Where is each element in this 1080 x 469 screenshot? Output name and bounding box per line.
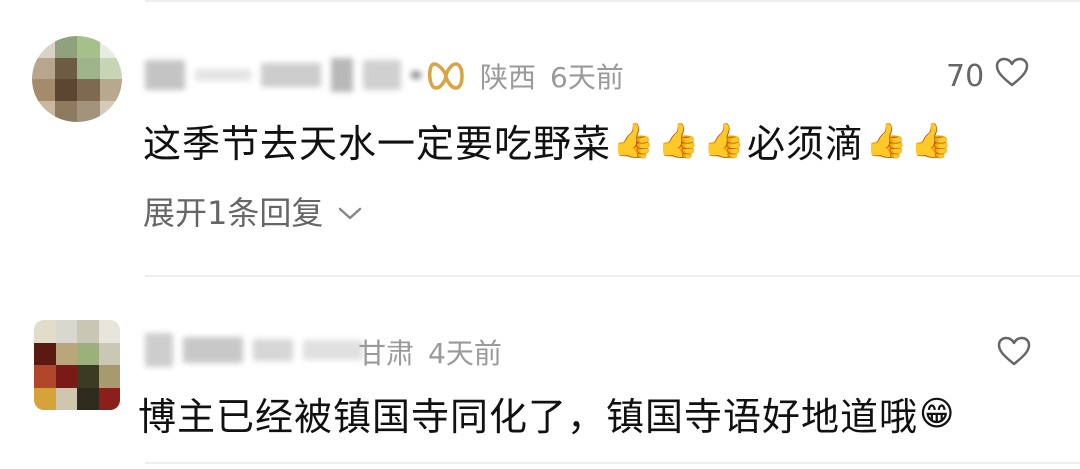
location-label: 陕西: [480, 61, 537, 94]
thumbs-up-icon: 👍: [657, 120, 701, 161]
heart-icon[interactable]: [996, 335, 1032, 375]
like-button[interactable]: 70: [946, 56, 1030, 96]
avatar[interactable]: [32, 36, 122, 122]
username-blurred[interactable]: [145, 58, 421, 92]
comment-body: 这季节去天水一定要吃野菜: [143, 122, 612, 166]
comment-text[interactable]: 这季节去天水一定要吃野菜 👍 👍 👍 必须滴 👍 👍: [143, 113, 955, 168]
comment-text[interactable]: 博主已经被镇国寺同化了，镇国寺语好地道哦 😁: [138, 386, 956, 441]
grin-icon: 😁: [919, 393, 956, 434]
top-divider: [145, 0, 1080, 2]
location-label: 甘肃: [358, 337, 415, 370]
thumbs-up-icon: 👍: [865, 120, 909, 161]
expand-replies-label: 展开1条回复: [143, 194, 324, 232]
comment-body: 博主已经被镇国寺同化了，镇国寺语好地道哦: [138, 395, 919, 439]
like-button[interactable]: [996, 335, 1032, 375]
thumbs-up-icon: 👍: [612, 120, 656, 161]
comment-meta: 陕西 6天前: [426, 56, 624, 96]
bottom-divider: [145, 462, 1080, 464]
comment-body-tail: 必须滴: [747, 122, 865, 166]
thumbs-up-icon: 👍: [702, 120, 747, 161]
timestamp: 4天前: [428, 337, 502, 370]
comment-meta: 甘肃 4天前: [358, 332, 502, 372]
username-blurred[interactable]: [145, 333, 363, 367]
chevron-down-icon: [337, 192, 363, 230]
heart-icon[interactable]: [994, 56, 1030, 96]
timestamp: 6天前: [550, 61, 624, 94]
comment-divider: [145, 275, 1080, 277]
avatar[interactable]: [34, 320, 120, 410]
thumbs-up-icon: 👍: [910, 120, 954, 161]
like-count: 70: [946, 58, 985, 94]
expand-replies-button[interactable]: 展开1条回复: [143, 188, 363, 234]
fan-badge-icon: [426, 60, 466, 92]
